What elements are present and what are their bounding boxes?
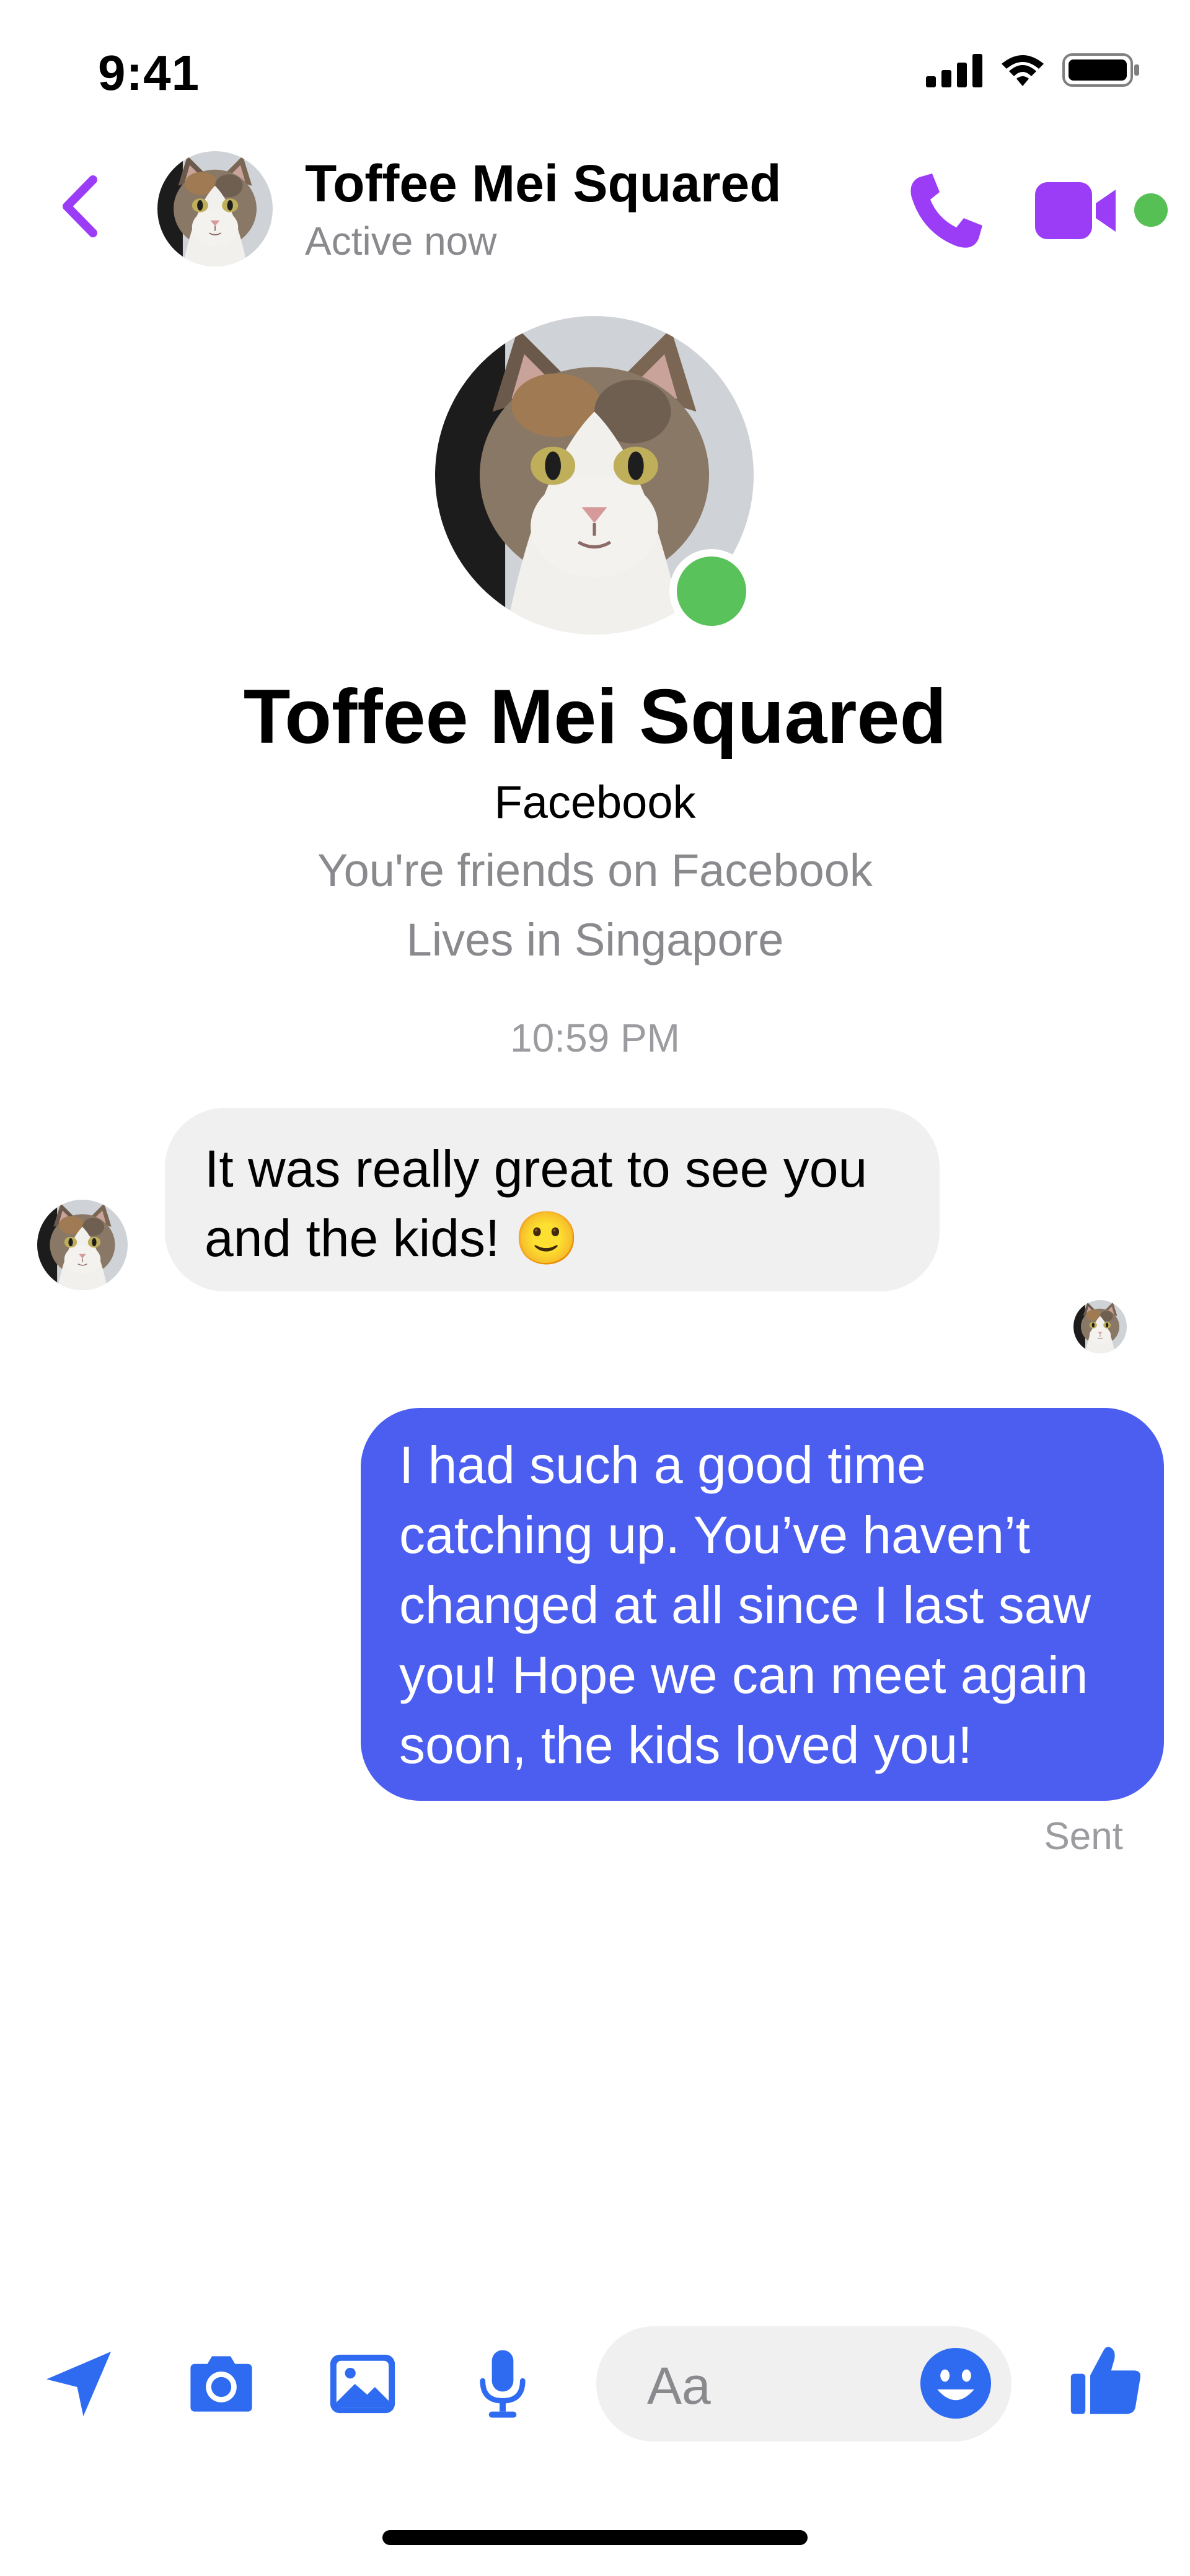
profile-name: Toffee Mei Squared (243, 674, 947, 760)
emoji-icon (920, 2347, 992, 2419)
camera-button[interactable] (181, 2344, 262, 2424)
sender-avatar[interactable] (37, 1200, 128, 1290)
gallery-button[interactable] (322, 2344, 403, 2424)
video-camera-icon (1035, 182, 1116, 239)
image-icon (330, 2354, 395, 2414)
message-timestamp: 10:59 PM (510, 1016, 680, 1060)
like-button[interactable] (1066, 2340, 1147, 2420)
back-button[interactable] (50, 166, 118, 247)
outgoing-message-bubble[interactable]: I had such a good time catching up. You’… (361, 1408, 1164, 1801)
status-icons (926, 52, 1140, 88)
contact-name[interactable]: Toffee Mei Squared (305, 154, 782, 214)
camera-icon (190, 2356, 252, 2412)
location-arrow-icon (46, 2351, 112, 2417)
emoji-button[interactable] (917, 2345, 994, 2422)
battery-icon (1062, 52, 1140, 88)
incoming-message-bubble[interactable]: It was really great to see you and the k… (165, 1108, 940, 1291)
phone-icon (910, 174, 982, 248)
voice-call-button[interactable] (899, 166, 992, 259)
chevron-left-icon (63, 175, 97, 237)
thumbs-up-icon (1070, 2347, 1141, 2414)
status-time: 9:41 (98, 45, 200, 100)
sent-status: Sent (1044, 1815, 1123, 1858)
location-button[interactable] (38, 2344, 119, 2424)
message-input-placeholder: Aa (647, 2357, 711, 2415)
contact-status: Active now (305, 219, 497, 263)
signal-icon (926, 53, 983, 87)
voice-message-button[interactable] (462, 2344, 543, 2424)
active-status-dot (1134, 193, 1168, 227)
read-receipt-avatar (1073, 1300, 1127, 1353)
microphone-icon (480, 2350, 526, 2418)
profile-friends-note: You're friends on Facebook (317, 845, 873, 896)
home-indicator (382, 2530, 808, 2545)
wifi-icon (999, 53, 1046, 87)
profile-source: Facebook (494, 776, 696, 828)
video-call-button[interactable] (1029, 174, 1122, 248)
header-avatar[interactable] (157, 151, 273, 266)
profile-location: Lives in Singapore (406, 914, 784, 965)
online-indicator (669, 549, 754, 633)
